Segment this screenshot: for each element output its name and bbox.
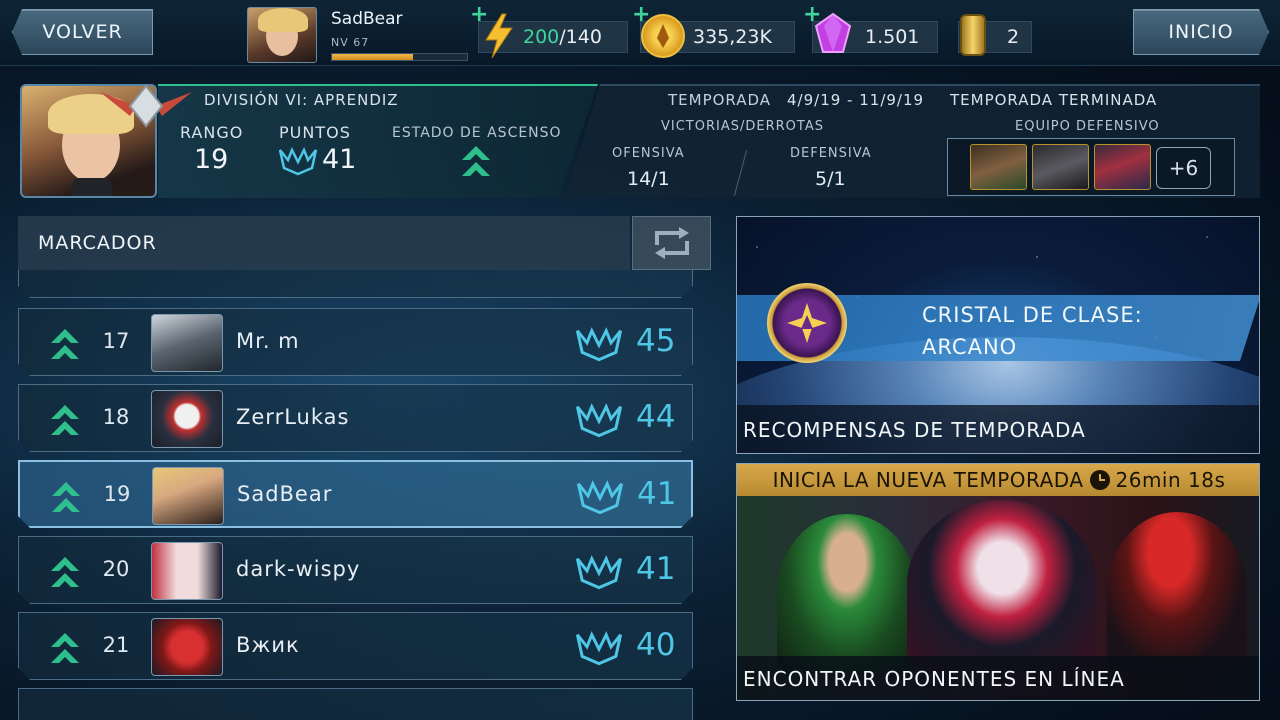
table-row-partial-top [18,270,693,298]
find-opponents-card[interactable]: INICIA LA NUEVA TEMPORADA 26min 18s ENCO… [736,463,1260,701]
coin-icon [641,14,685,58]
row-rank: 20 [102,557,130,581]
coins-value: 335,23K [693,26,772,48]
points-crest-icon [574,402,624,438]
home-button[interactable]: INICIO [1133,9,1269,55]
back-button[interactable]: VOLVER [12,9,153,55]
leaderboard-list[interactable]: 17 Mr. m 45 18 ZerrLukas 44 19 SadBear 4… [18,270,695,720]
xp-bar-fill [332,54,413,60]
defense-hero-2 [1032,144,1089,190]
table-row[interactable]: 20 dark-wispy 41 [18,536,693,604]
hero-art-green-lantern [777,514,917,674]
table-row[interactable]: 18 ZerrLukas 44 [18,384,693,452]
defense-hero-3 [1094,144,1151,190]
player-avatar[interactable] [247,7,317,63]
row-points: 45 [636,323,676,359]
player-name: SadBear [331,9,403,29]
row-player-name: dark-wispy [236,557,361,581]
row-player-name: Вжик [236,633,300,657]
defense-team-label: EQUIPO DEFENSIVO [1015,119,1160,134]
points-crest-icon [574,630,624,666]
points-value: 41 [322,144,357,175]
row-points: 41 [636,551,676,587]
refresh-icon [654,227,689,259]
table-row[interactable]: 17 Mr. m 45 [18,308,693,376]
row-points: 44 [636,399,676,435]
row-rank: 19 [103,482,131,506]
crystal-title-line2: ARCANO [922,335,1018,359]
leaderboard-title: MARCADOR [18,216,630,270]
gems-value: 1.501 [865,26,920,48]
row-player-name: ZerrLukas [236,405,350,429]
points-crest-icon [575,479,625,515]
season-rewards-caption: RECOMPENSAS DE TEMPORADA [737,405,1259,453]
defense-label: DEFENSIVA [790,146,872,161]
xp-bar [331,53,468,61]
hero-art-harley [907,500,1097,670]
row-rank: 21 [102,633,130,657]
crystal-title-line1: CRISTAL DE CLASE: [922,303,1143,327]
lightning-icon [485,13,513,59]
table-row-current-player[interactable]: 19 SadBear 41 [18,460,693,528]
avatar [151,390,223,448]
avatar [151,542,223,600]
avatar [152,467,224,525]
table-row-partial-bottom [18,688,693,720]
hero-art-red-hood [1107,512,1247,672]
table-row[interactable]: 21 Вжик 40 [18,612,693,680]
offense-label: OFENSIVA [612,146,685,161]
points-crest-icon [574,326,624,362]
season-status: TEMPORADA TERMINADA [950,91,1158,109]
tickets-value: 2 [1007,26,1020,48]
ticket-icon [960,14,986,56]
avatar [151,314,223,372]
avatar [151,618,223,676]
rank-up-icon [49,327,81,363]
rank-label: RANGO [180,123,244,142]
points-crest-icon [278,146,318,176]
defense-more-count: +6 [1156,147,1211,189]
new-season-text: INICIA LA NUEVA TEMPORADA [772,468,1084,492]
row-rank: 18 [102,405,130,429]
new-season-timer: 26min 18s [1115,468,1226,492]
arcane-crystal-icon [767,283,847,363]
defense-value: 5/1 [815,168,846,190]
defense-hero-1 [970,144,1027,190]
refresh-button[interactable] [632,216,711,270]
row-rank: 17 [102,329,130,353]
promotion-up-icon [462,146,490,176]
rank-up-icon [49,403,81,439]
row-points: 41 [637,476,677,512]
rank-up-icon [49,631,81,667]
player-level: NV 67 [331,36,370,49]
crystal-title: CRISTAL DE CLASE: ARCANO [922,299,1143,363]
defense-team[interactable]: +6 [947,138,1235,196]
rank-value: 19 [194,144,229,175]
energy-current: 200 [523,26,560,48]
season-label: TEMPORADA [668,91,772,109]
season-rewards-card[interactable]: CRISTAL DE CLASE: ARCANO RECOMPENSAS DE … [736,216,1260,454]
row-player-name: Mr. m [236,329,300,353]
points-label: PUNTOS [279,123,351,142]
win-loss-label: VICTORIAS/DERROTAS [661,119,824,134]
points-crest-icon [574,554,624,590]
find-opponents-caption: ENCONTRAR OPONENTES EN LÍNEA [737,656,1259,700]
clock-icon [1089,470,1110,490]
rank-up-icon [50,480,82,516]
offense-value: 14/1 [627,168,670,190]
rank-up-icon [49,555,81,591]
promotion-label: ESTADO DE ASCENSO [392,125,562,141]
division-title: DIVISIÓN VI: APRENDIZ [204,91,399,109]
row-points: 40 [636,627,676,663]
row-player-name: SadBear [237,482,333,506]
new-season-banner: INICIA LA NUEVA TEMPORADA 26min 18s [737,464,1259,496]
energy-max: /140 [559,26,602,48]
gem-icon [814,12,852,53]
season-dates: 4/9/19 - 11/9/19 [787,91,925,109]
